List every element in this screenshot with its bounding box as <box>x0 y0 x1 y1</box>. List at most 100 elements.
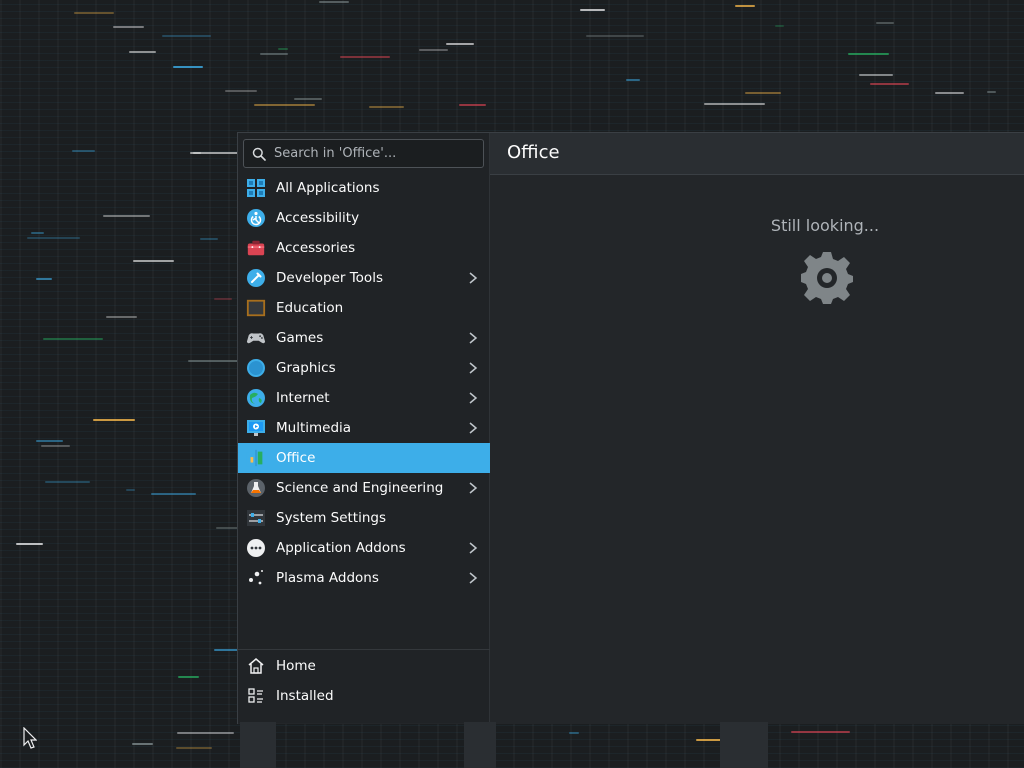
category-label: Education <box>276 300 344 316</box>
addons-icon <box>246 538 266 558</box>
category-sidebar: All Applications Accessibility <box>238 133 490 723</box>
category-application-addons[interactable]: Application Addons <box>238 533 490 563</box>
category-label: Graphics <box>276 360 336 376</box>
taskbar-fragment <box>720 722 768 768</box>
glitch-streak <box>72 150 95 152</box>
content-header: Office <box>490 133 1024 175</box>
glitch-streak <box>260 53 288 55</box>
mouse-cursor <box>23 727 37 749</box>
category-label: Games <box>276 330 324 346</box>
developer-tools-icon <box>246 268 266 288</box>
chevron-right-icon <box>469 422 478 434</box>
glitch-streak <box>775 25 784 27</box>
category-accessibility[interactable]: Accessibility <box>238 203 490 233</box>
glitch-streak <box>876 22 894 24</box>
search-input[interactable] <box>274 146 474 161</box>
glitch-streak <box>36 278 52 280</box>
chevron-right-icon <box>469 482 478 494</box>
glitch-streak <box>214 298 232 300</box>
toolbox-icon <box>246 238 266 258</box>
category-education[interactable]: Education <box>238 293 490 323</box>
category-label: Internet <box>276 390 330 406</box>
accessibility-icon <box>246 208 266 228</box>
taskbar-fragment <box>464 722 496 768</box>
glitch-streak <box>704 103 765 105</box>
category-internet[interactable]: Internet <box>238 383 490 413</box>
category-accessories[interactable]: Accessories <box>238 233 490 263</box>
glitch-streak <box>735 5 755 7</box>
glitch-streak <box>626 79 640 81</box>
app-launcher-window: All Applications Accessibility <box>237 132 1024 724</box>
main-content-area: Still looking... <box>490 175 1024 724</box>
glitch-streak <box>36 440 63 442</box>
glitch-streak <box>586 35 644 37</box>
glitch-streak <box>848 53 889 55</box>
glitch-streak <box>45 481 90 483</box>
category-graphics[interactable]: Graphics <box>238 353 490 383</box>
home-icon <box>246 656 266 676</box>
glitch-streak <box>459 104 486 106</box>
glitch-streak <box>113 26 144 28</box>
glitch-streak <box>178 676 199 678</box>
category-label: Science and Engineering <box>276 480 444 496</box>
gamepad-icon <box>246 328 266 348</box>
science-icon <box>246 478 266 498</box>
glitch-streak <box>294 98 322 100</box>
glitch-streak <box>162 35 211 37</box>
glitch-streak <box>27 237 80 239</box>
chevron-right-icon <box>469 542 478 554</box>
plasma-icon <box>246 568 266 588</box>
glitch-streak <box>580 9 605 11</box>
glitch-streak <box>225 90 257 92</box>
glitch-streak <box>126 489 135 491</box>
sidebar-separator <box>238 649 490 650</box>
glitch-streak <box>419 49 448 51</box>
category-developer-tools[interactable]: Developer Tools <box>238 263 490 293</box>
glitch-streak <box>987 91 996 93</box>
chevron-right-icon <box>469 572 478 584</box>
glitch-streak <box>870 83 909 85</box>
grid-icon <box>246 178 266 198</box>
category-label: Plasma Addons <box>276 570 379 586</box>
nav-label: Installed <box>276 688 334 704</box>
loading-status: Still looking... <box>770 216 880 235</box>
category-label: Accessories <box>276 240 356 256</box>
glitch-streak <box>278 48 288 50</box>
nav-home[interactable]: Home <box>238 651 490 681</box>
glitch-streak <box>106 316 137 318</box>
glitch-streak <box>319 1 349 3</box>
search-box[interactable] <box>243 139 484 168</box>
chevron-right-icon <box>469 272 478 284</box>
glitch-streak <box>133 260 174 262</box>
multimedia-icon <box>246 418 266 438</box>
category-office[interactable]: Office <box>238 443 490 473</box>
bottom-navigation: Home Installed <box>238 651 490 711</box>
search-icon <box>252 147 266 161</box>
chevron-right-icon <box>469 392 478 404</box>
glitched-taskbar-fragments <box>0 722 1024 768</box>
category-plasma-addons[interactable]: Plasma Addons <box>238 563 490 593</box>
category-label: Developer Tools <box>276 270 383 286</box>
glitch-streak <box>31 232 44 234</box>
glitch-streak <box>151 493 196 495</box>
chevron-right-icon <box>469 362 478 374</box>
glitch-streak <box>745 92 781 94</box>
category-label: Accessibility <box>276 210 360 226</box>
taskbar-fragment <box>240 722 276 768</box>
desktop-background: All Applications Accessibility <box>0 0 1024 768</box>
glitch-streak <box>43 338 103 340</box>
nav-installed[interactable]: Installed <box>238 681 490 711</box>
glitch-streak <box>446 43 474 45</box>
nav-label: Home <box>276 658 316 674</box>
glitch-streak <box>16 543 43 545</box>
category-system-settings[interactable]: System Settings <box>238 503 490 533</box>
category-multimedia[interactable]: Multimedia <box>238 413 490 443</box>
category-science-and-engineering[interactable]: Science and Engineering <box>238 473 490 503</box>
category-all-applications[interactable]: All Applications <box>238 173 490 203</box>
glitch-streak <box>859 74 893 76</box>
glitch-streak <box>173 66 203 68</box>
category-games[interactable]: Games <box>238 323 490 353</box>
glitch-streak <box>340 56 390 58</box>
page-title: Office <box>507 142 560 163</box>
category-list: All Applications Accessibility Accessori… <box>238 173 490 593</box>
